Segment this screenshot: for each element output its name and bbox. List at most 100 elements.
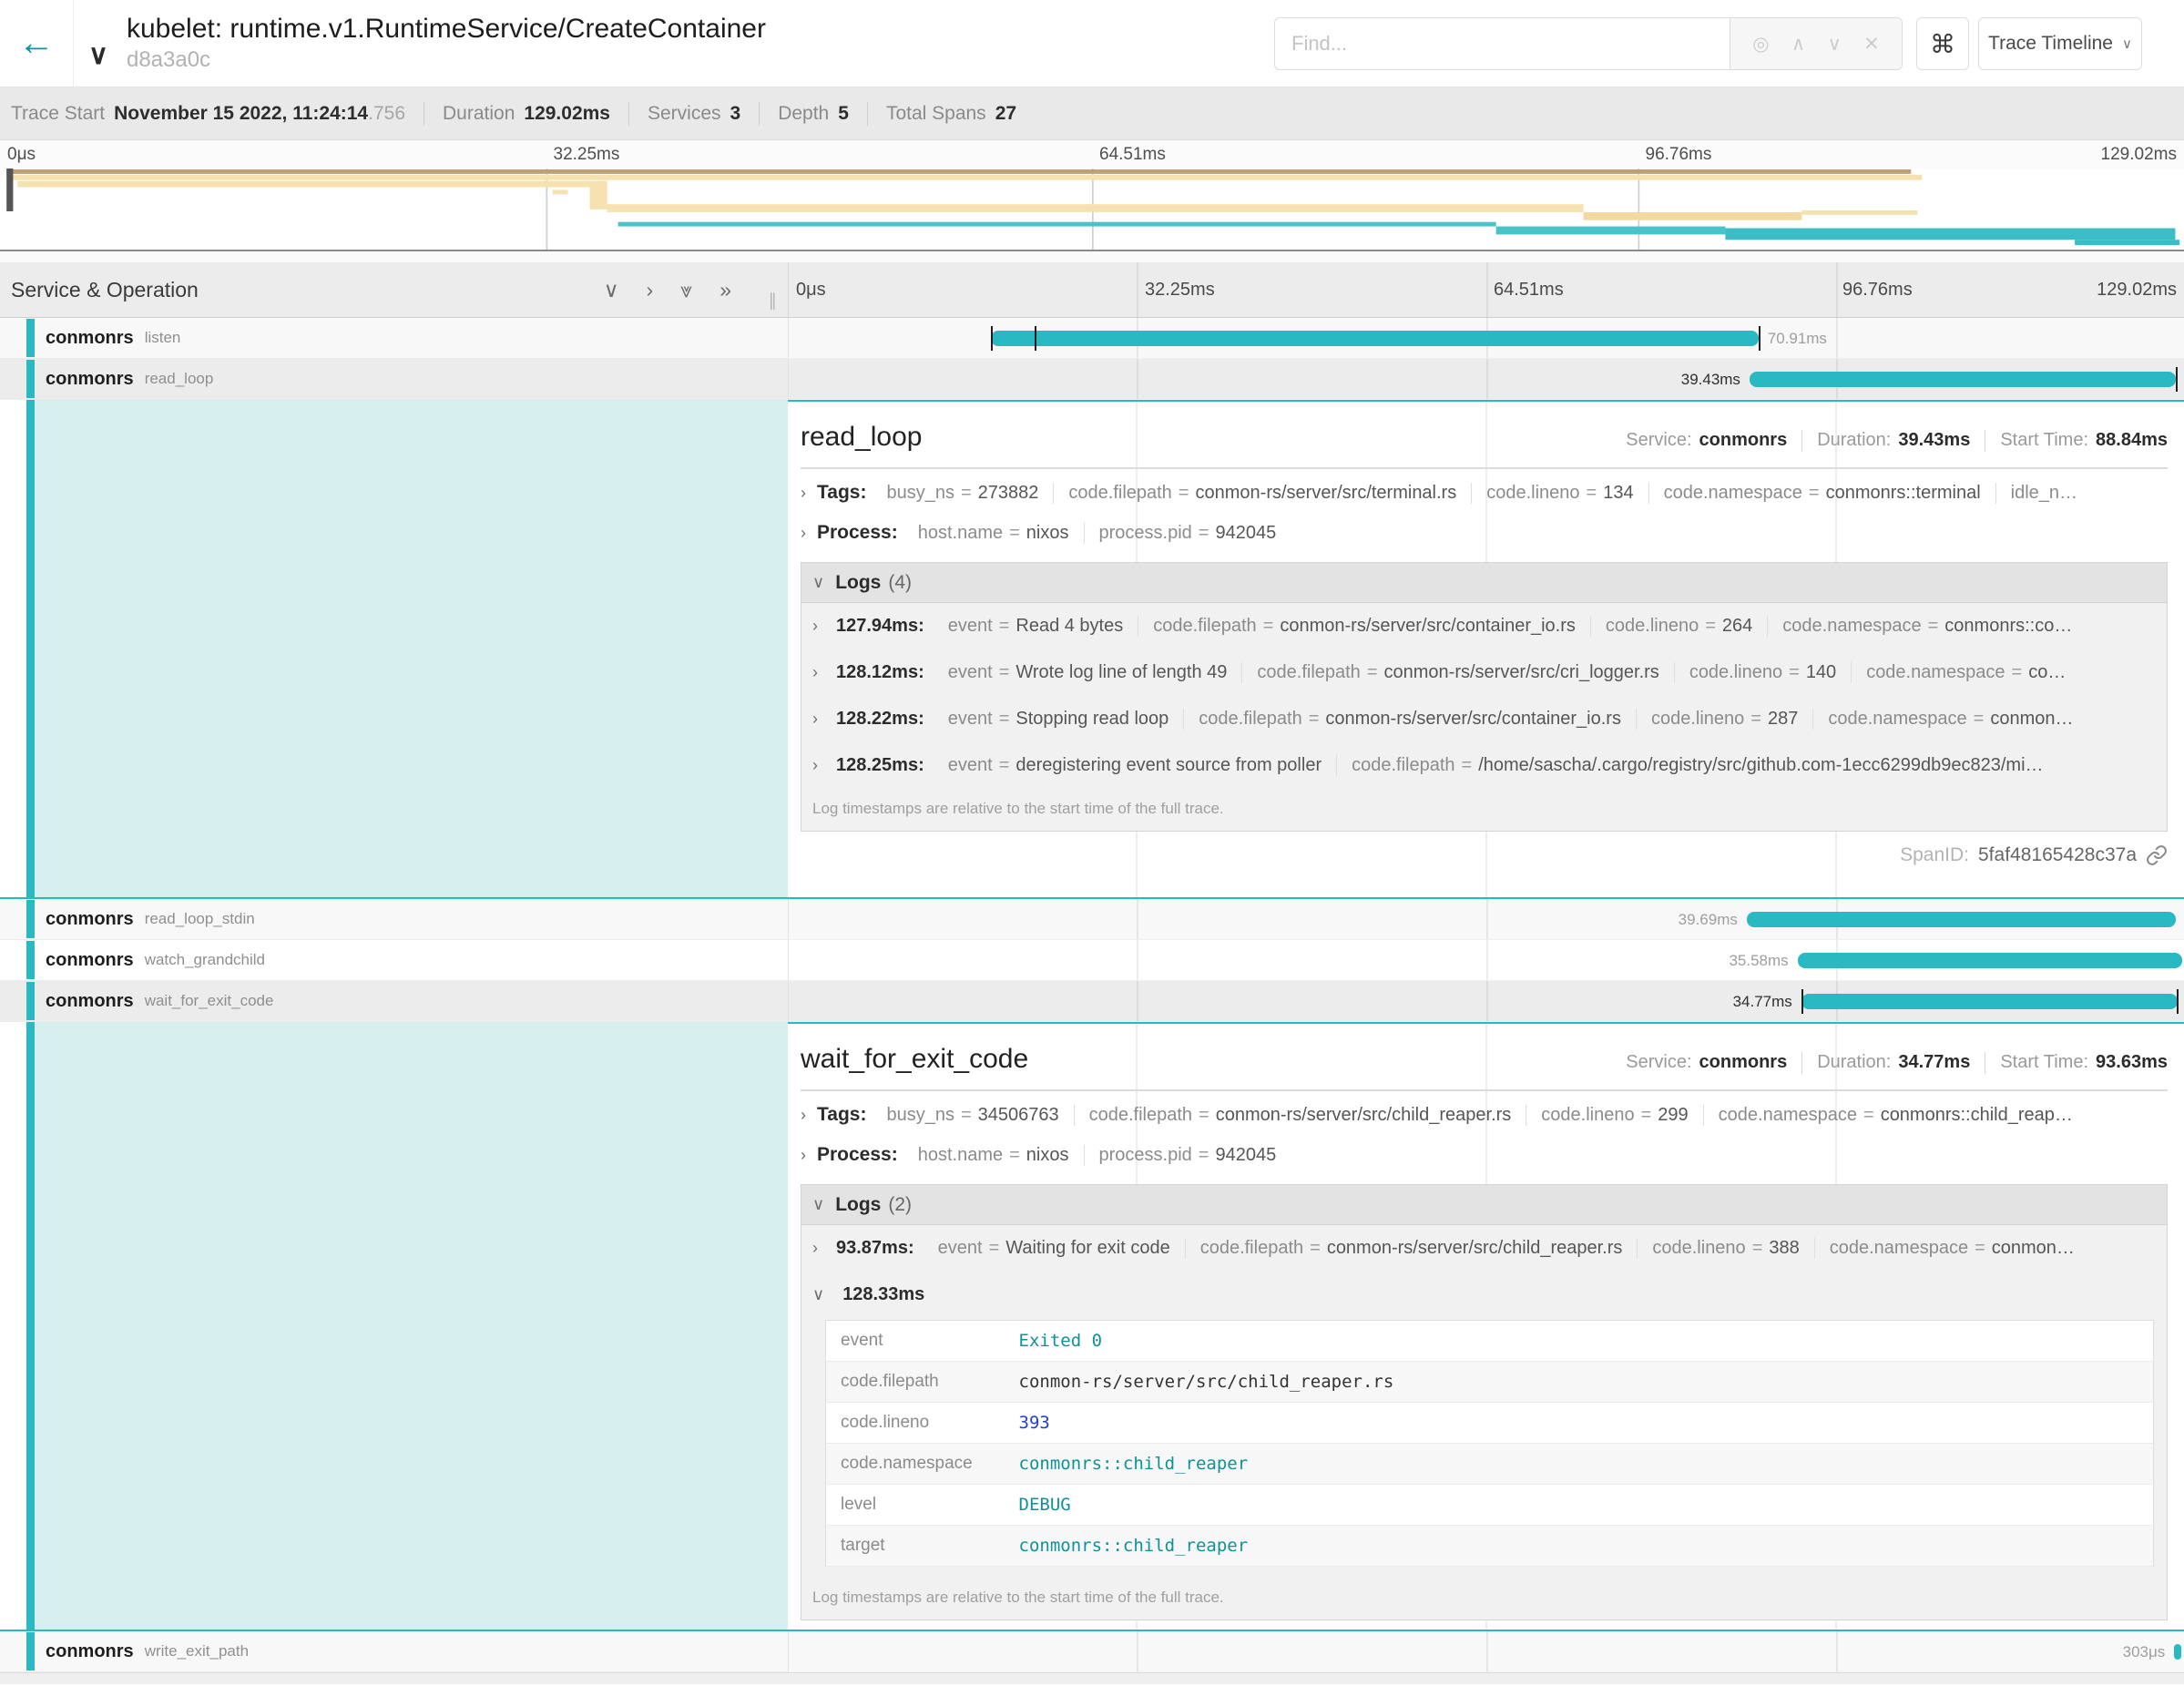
tag-item[interactable]: host.name=nixos: [903, 523, 1085, 544]
tag-item[interactable]: busy_ns=273882: [872, 483, 1054, 504]
tag-item[interactable]: event=Read 4 bytes: [934, 616, 1138, 637]
tag-item[interactable]: event=Waiting for exit code: [924, 1238, 1186, 1259]
log-entry[interactable]: ›127.94ms:event=Read 4 bytescode.filepat…: [801, 603, 2167, 649]
tag-value: conmonrs::child_reap…: [1881, 1105, 2073, 1126]
span-row[interactable]: conmonrs read_loop_stdin 39.69ms: [0, 899, 2184, 940]
tag-item[interactable]: code.filepath=conmon-rs/server/src/cri_l…: [1242, 662, 1674, 683]
tag-item[interactable]: code.namespace=conmonrs::co…: [1768, 616, 2087, 637]
span-detail-panel: wait_for_exit_code Service:conmonrsDurat…: [788, 1022, 2184, 1630]
expand-all-icon[interactable]: »: [719, 278, 731, 302]
tag-item[interactable]: code.lineno=134: [1472, 483, 1648, 504]
span-track[interactable]: 39.43ms: [788, 359, 2184, 400]
deep-link-icon[interactable]: [2146, 844, 2168, 866]
tag-key: host.name: [918, 1145, 1003, 1166]
expand-one-icon[interactable]: ›: [647, 278, 654, 302]
tag-item[interactable]: code.namespace=conmon…: [1813, 709, 2087, 730]
span-duration-bar[interactable]: [1750, 372, 2176, 387]
tag-item[interactable]: code.lineno=140: [1675, 662, 1852, 683]
span-duration-bar[interactable]: [2174, 1644, 2181, 1660]
logs-header[interactable]: ∨ Logs (4): [801, 563, 2167, 603]
tag-item[interactable]: event=Wrote log line of length 49: [934, 662, 1243, 683]
focus-match-icon[interactable]: ◎: [1752, 33, 1769, 56]
tags-row[interactable]: › Tags: busy_ns=34506763code.filepath=co…: [801, 1095, 2168, 1135]
tag-item[interactable]: process.pid=942045: [1085, 523, 1291, 544]
summary-item-suffix: .756: [368, 103, 405, 125]
find-input[interactable]: [1274, 17, 1730, 70]
tag-item[interactable]: code.lineno=388: [1638, 1238, 1814, 1259]
tag-item[interactable]: process.pid=942045: [1085, 1145, 1291, 1166]
tag-item[interactable]: code.filepath=conmon-rs/server/src/child…: [1075, 1105, 1527, 1126]
span-row[interactable]: conmonrs read_loop 39.43ms: [0, 359, 2184, 400]
equals-sign: =: [1179, 483, 1189, 504]
tag-item[interactable]: code.filepath=/home/sascha/.cargo/regist…: [1337, 755, 2057, 776]
log-fields: event=deregistering event source from po…: [934, 755, 2058, 776]
tag-item[interactable]: event=Stopping read loop: [934, 709, 1185, 730]
equals-sign: =: [1587, 483, 1597, 504]
detail-meta-value: 93.63ms: [2096, 1052, 2168, 1073]
span-track[interactable]: 35.58ms: [788, 940, 2184, 981]
tag-item[interactable]: code.lineno=287: [1637, 709, 1813, 730]
log-entry[interactable]: ›128.12ms:event=Wrote log line of length…: [801, 649, 2167, 696]
clear-find-icon[interactable]: ✕: [1863, 33, 1880, 56]
tag-item[interactable]: code.namespace=conmonrs::terminal: [1649, 483, 1996, 504]
tag-item[interactable]: code.filepath=conmon-rs/server/src/termi…: [1054, 483, 1472, 504]
keyboard-shortcuts-button[interactable]: ⌘: [1916, 17, 1969, 70]
span-duration-bar[interactable]: [991, 331, 1759, 346]
process-row[interactable]: › Process: host.name=nixosprocess.pid=94…: [801, 513, 2168, 553]
span-duration-label: 303μs: [2123, 1631, 2166, 1672]
tag-item[interactable]: code.filepath=conmon-rs/server/src/conta…: [1138, 616, 1591, 637]
span-track[interactable]: 70.91ms: [788, 318, 2184, 359]
logs-box: ∨ Logs (4) ›127.94ms:event=Read 4 bytesc…: [801, 562, 2168, 832]
span-duration-bar[interactable]: [1798, 953, 2183, 968]
log-entry[interactable]: ∨128.33ms: [801, 1272, 2167, 1318]
trace-view-selector[interactable]: Trace Timeline ∨: [1978, 17, 2142, 70]
span-track[interactable]: 303μs: [788, 1631, 2184, 1672]
equals-sign: =: [1462, 755, 1473, 776]
span-duration-bar[interactable]: [1801, 994, 2178, 1009]
tag-item[interactable]: code.filepath=conmon-rs/server/src/conta…: [1184, 709, 1637, 730]
log-entry[interactable]: ›128.25ms:event=deregistering event sour…: [801, 742, 2167, 789]
equals-sign: =: [1199, 1105, 1209, 1126]
span-track[interactable]: 34.77ms: [788, 981, 2184, 1022]
logs-header[interactable]: ∨ Logs (2): [801, 1185, 2167, 1225]
tag-value: nixos: [1026, 1145, 1069, 1166]
tag-item[interactable]: event=deregistering event source from po…: [934, 755, 1337, 776]
back-button[interactable]: ←: [0, 0, 74, 87]
tag-item[interactable]: busy_ns=34506763: [872, 1105, 1074, 1126]
summary-item-label: Total Spans: [886, 103, 986, 125]
minimap-span-segment: [6, 169, 13, 211]
detail-meta-value: conmonrs: [1699, 430, 1788, 451]
span-row[interactable]: conmonrs watch_grandchild 35.58ms: [0, 940, 2184, 981]
span-row[interactable]: conmonrs wait_for_exit_code 34.77ms: [0, 981, 2184, 1022]
process-row[interactable]: › Process: host.name=nixosprocess.pid=94…: [801, 1135, 2168, 1175]
span-row[interactable]: conmonrs write_exit_path 303μs: [0, 1631, 2184, 1672]
collapse-all-icon[interactable]: ⩔: [680, 278, 692, 302]
tag-item[interactable]: code.namespace=conmonrs::child_reap…: [1704, 1105, 2087, 1126]
tags-row[interactable]: › Tags: busy_ns=273882code.filepath=conm…: [801, 473, 2168, 513]
span-track[interactable]: 39.69ms: [788, 899, 2184, 940]
trace-collapse-toggle-icon[interactable]: ∨: [88, 39, 108, 71]
collapse-one-icon[interactable]: ∨: [604, 278, 619, 302]
span-row[interactable]: conmonrs listen 70.91ms: [0, 318, 2184, 359]
tag-item[interactable]: code.namespace=conmon…: [1815, 1238, 2089, 1259]
tag-item[interactable]: idle_n…: [1996, 483, 2092, 504]
chevron-right-icon: ›: [801, 1106, 806, 1125]
tag-value: 34506763: [978, 1105, 1059, 1126]
process-label: Process:: [817, 1144, 898, 1166]
next-match-icon[interactable]: ∨: [1827, 33, 1841, 56]
tag-item[interactable]: code.filepath=conmon-rs/server/src/child…: [1186, 1238, 1638, 1259]
span-duration-bar[interactable]: [1747, 912, 2176, 927]
tag-item[interactable]: host.name=nixos: [903, 1145, 1085, 1166]
trace-minimap[interactable]: [0, 169, 2184, 251]
tag-item[interactable]: code.lineno=299: [1526, 1105, 1703, 1126]
tag-value: 942045: [1215, 1145, 1276, 1166]
summary-item-value: 27: [995, 103, 1016, 125]
equals-sign: =: [2012, 662, 2023, 683]
tag-item[interactable]: code.lineno=264: [1591, 616, 1768, 637]
tag-item[interactable]: code.namespace=co…: [1852, 662, 2080, 683]
log-entry[interactable]: ›128.22ms:event=Stopping read loopcode.f…: [801, 696, 2167, 742]
span-color-bar: [26, 982, 35, 1020]
prev-match-icon[interactable]: ∧: [1791, 33, 1805, 56]
column-resize-grip[interactable]: ∥: [769, 291, 778, 312]
log-entry[interactable]: ›93.87ms:event=Waiting for exit codecode…: [801, 1225, 2167, 1272]
